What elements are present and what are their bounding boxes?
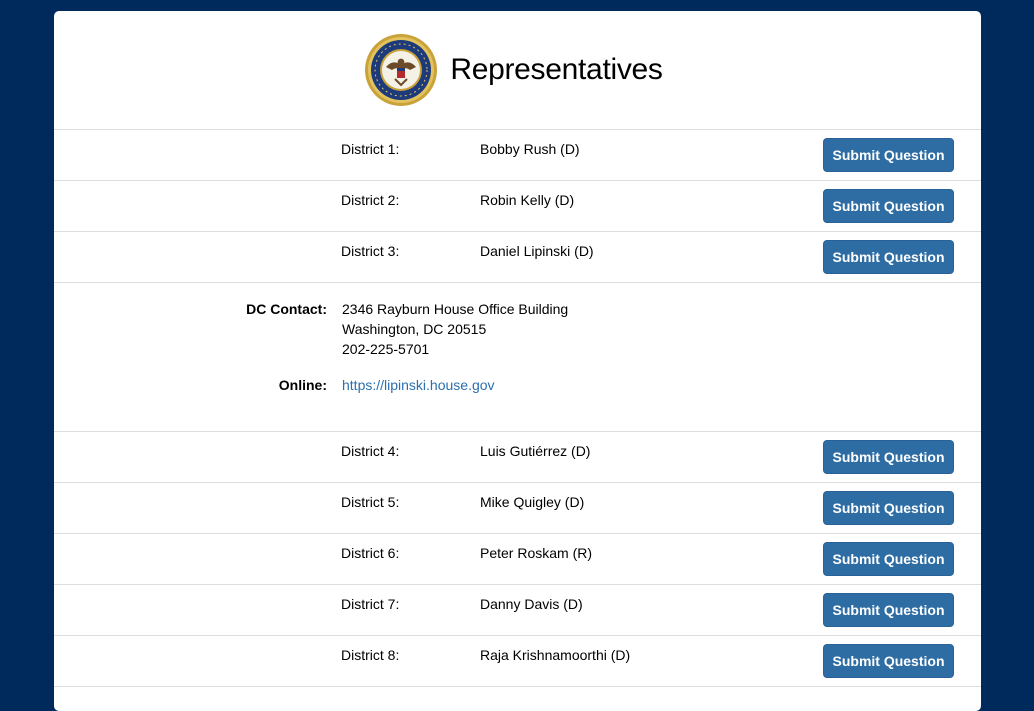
page-header: Representatives bbox=[54, 11, 981, 130]
district-label: District 8: bbox=[341, 647, 400, 663]
representative-name: Mike Quigley (D) bbox=[480, 494, 585, 510]
phone-number: 202-225-5701 bbox=[342, 341, 430, 357]
address-line-2: Washington, DC 20515 bbox=[342, 321, 487, 337]
submit-question-button[interactable]: Submit Question bbox=[823, 240, 954, 274]
table-row: District 7: Danny Davis (D) Submit Quest… bbox=[54, 585, 981, 636]
dc-contact-address: 2346 Rayburn House Office Building Washi… bbox=[342, 299, 568, 359]
district-label: District 4: bbox=[341, 443, 400, 459]
representative-name: Daniel Lipinski (D) bbox=[480, 243, 594, 259]
table-row: District 2: Robin Kelly (D) Submit Quest… bbox=[54, 181, 981, 232]
website-link[interactable]: https://lipinski.house.gov bbox=[342, 377, 495, 393]
representative-name: Raja Krishnamoorthi (D) bbox=[480, 647, 631, 663]
submit-question-button[interactable]: Submit Question bbox=[823, 542, 954, 576]
table-row: District 4: Luis Gutiérrez (D) Submit Qu… bbox=[54, 432, 981, 483]
representatives-card: Representatives District 1: Bobby Rush (… bbox=[54, 11, 981, 711]
district-label: District 5: bbox=[341, 494, 400, 510]
table-row[interactable]: District 3: Daniel Lipinski (D) Submit Q… bbox=[54, 232, 981, 283]
representative-name: Robin Kelly (D) bbox=[480, 192, 575, 208]
table-row: District 6: Peter Roskam (R) Submit Ques… bbox=[54, 534, 981, 585]
representative-name: Bobby Rush (D) bbox=[480, 141, 580, 157]
district-label: District 1: bbox=[341, 141, 400, 157]
district-label: District 7: bbox=[341, 596, 400, 612]
online-label: Online: bbox=[278, 377, 327, 393]
submit-question-button[interactable]: Submit Question bbox=[823, 593, 954, 627]
submit-question-button[interactable]: Submit Question bbox=[823, 189, 954, 223]
submit-question-button[interactable]: Submit Question bbox=[823, 138, 954, 172]
table-row: District 8: Raja Krishnamoorthi (D) Subm… bbox=[54, 636, 981, 687]
dc-contact-label: DC Contact: bbox=[246, 301, 327, 317]
district-label: District 2: bbox=[341, 192, 400, 208]
submit-question-button[interactable]: Submit Question bbox=[823, 440, 954, 474]
table-row: District 1: Bobby Rush (D) Submit Questi… bbox=[54, 130, 981, 181]
representative-detail: DC Contact: 2346 Rayburn House Office Bu… bbox=[54, 283, 981, 432]
table-row: District 5: Mike Quigley (D) Submit Ques… bbox=[54, 483, 981, 534]
representative-name: Luis Gutiérrez (D) bbox=[480, 443, 591, 459]
page-title: Representatives bbox=[450, 53, 663, 86]
representative-name: Peter Roskam (R) bbox=[480, 545, 593, 561]
online-value: https://lipinski.house.gov bbox=[342, 375, 495, 395]
house-seal-icon bbox=[365, 34, 438, 106]
address-line-1: 2346 Rayburn House Office Building bbox=[342, 301, 569, 317]
district-label: District 6: bbox=[341, 545, 400, 561]
submit-question-button[interactable]: Submit Question bbox=[823, 491, 954, 525]
representative-name: Danny Davis (D) bbox=[480, 596, 583, 612]
submit-question-button[interactable]: Submit Question bbox=[823, 644, 954, 678]
district-label: District 3: bbox=[341, 243, 400, 259]
